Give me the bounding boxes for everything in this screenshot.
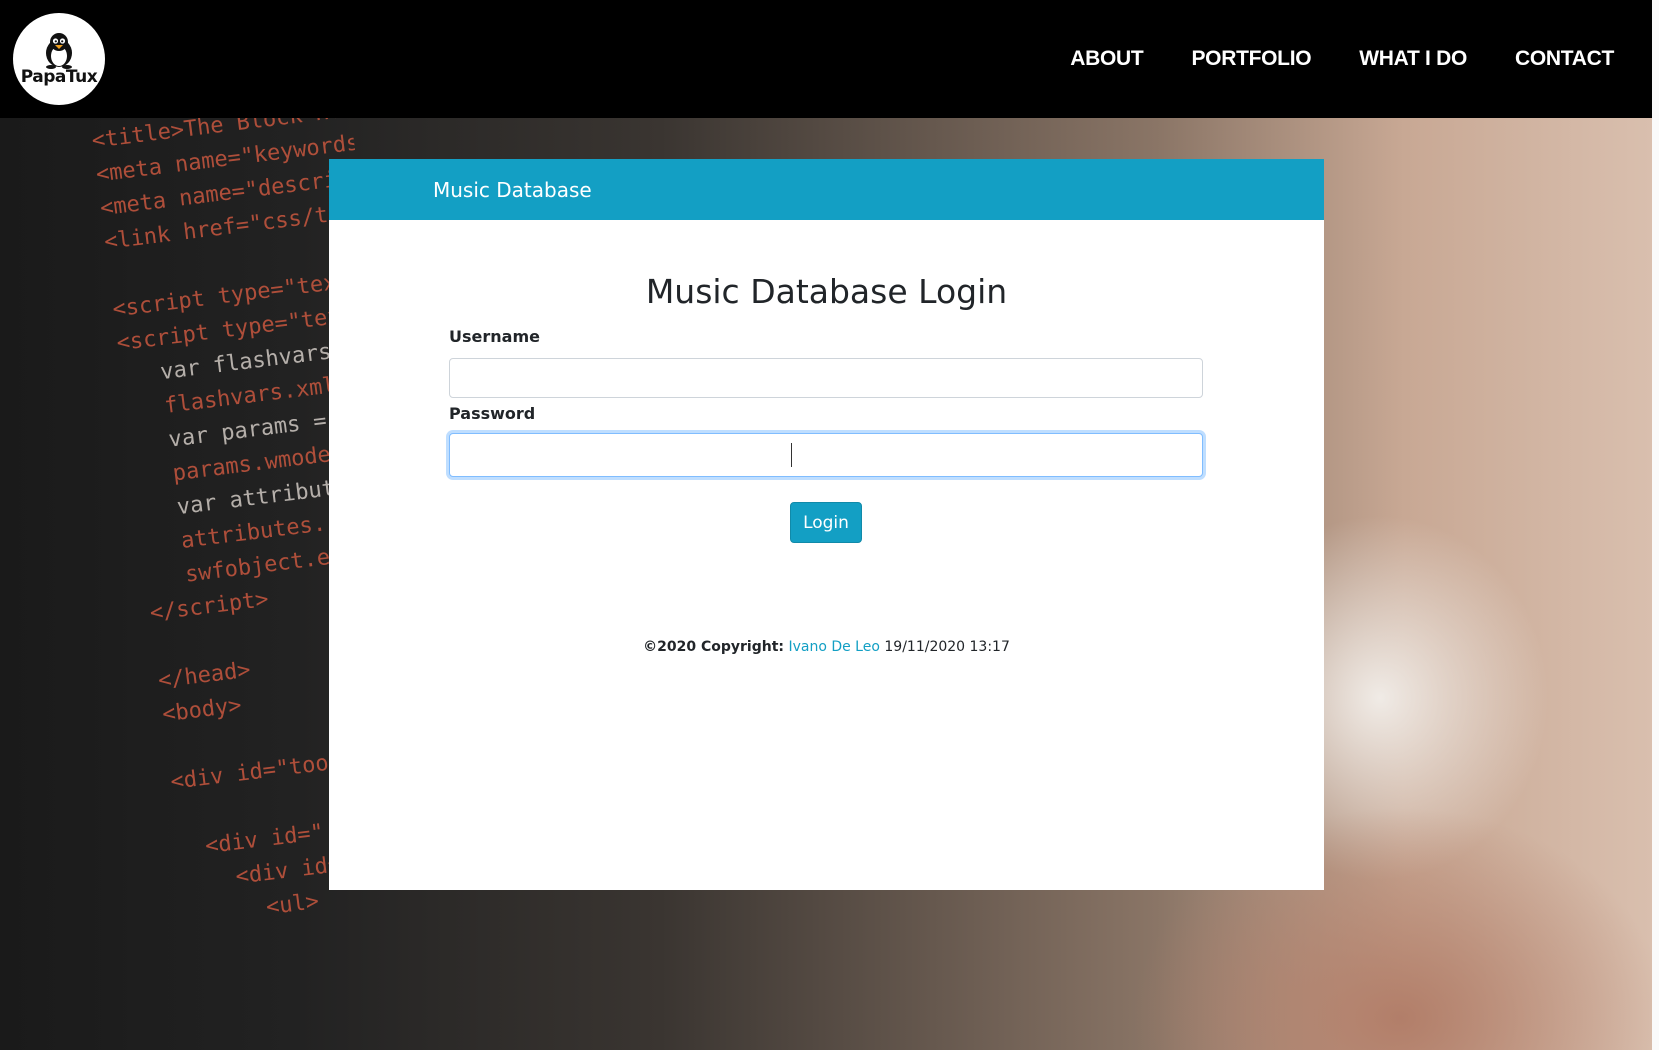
main-nav: ABOUT PORTFOLIO WHAT I DO CONTACT xyxy=(1070,0,1614,118)
logo-text: PapaTux xyxy=(20,67,98,87)
text-caret xyxy=(791,443,792,467)
penguin-icon xyxy=(46,33,72,69)
copyright-label: ©2020 Copyright: xyxy=(643,639,784,655)
nav-portfolio[interactable]: PORTFOLIO xyxy=(1191,47,1311,71)
password-input[interactable] xyxy=(449,433,1203,477)
nav-about[interactable]: ABOUT xyxy=(1070,47,1143,71)
footer: ©2020 Copyright: Ivano De Leo 19/11/2020… xyxy=(329,639,1324,655)
nav-what-i-do[interactable]: WHAT I DO xyxy=(1359,47,1467,71)
card-header: Music Database xyxy=(329,159,1324,220)
papatux-logo[interactable]: PapaTux xyxy=(13,13,105,105)
footer-timestamp: 19/11/2020 13:17 xyxy=(884,639,1010,655)
login-title: Music Database Login xyxy=(645,272,1008,311)
username-input[interactable] xyxy=(449,358,1203,398)
login-button[interactable]: Login xyxy=(790,502,862,543)
nav-contact[interactable]: CONTACT xyxy=(1515,47,1614,71)
top-navbar: PapaTux ABOUT PORTFOLIO WHAT I DO CONTAC… xyxy=(0,0,1652,118)
card-header-title[interactable]: Music Database xyxy=(433,178,592,202)
author-link[interactable]: Ivano De Leo xyxy=(788,639,879,655)
password-label: Password xyxy=(449,404,536,423)
username-label: Username xyxy=(449,327,540,346)
scrollbar-strip xyxy=(1652,0,1659,1050)
login-card: Music Database Music Database Login User… xyxy=(329,159,1324,890)
